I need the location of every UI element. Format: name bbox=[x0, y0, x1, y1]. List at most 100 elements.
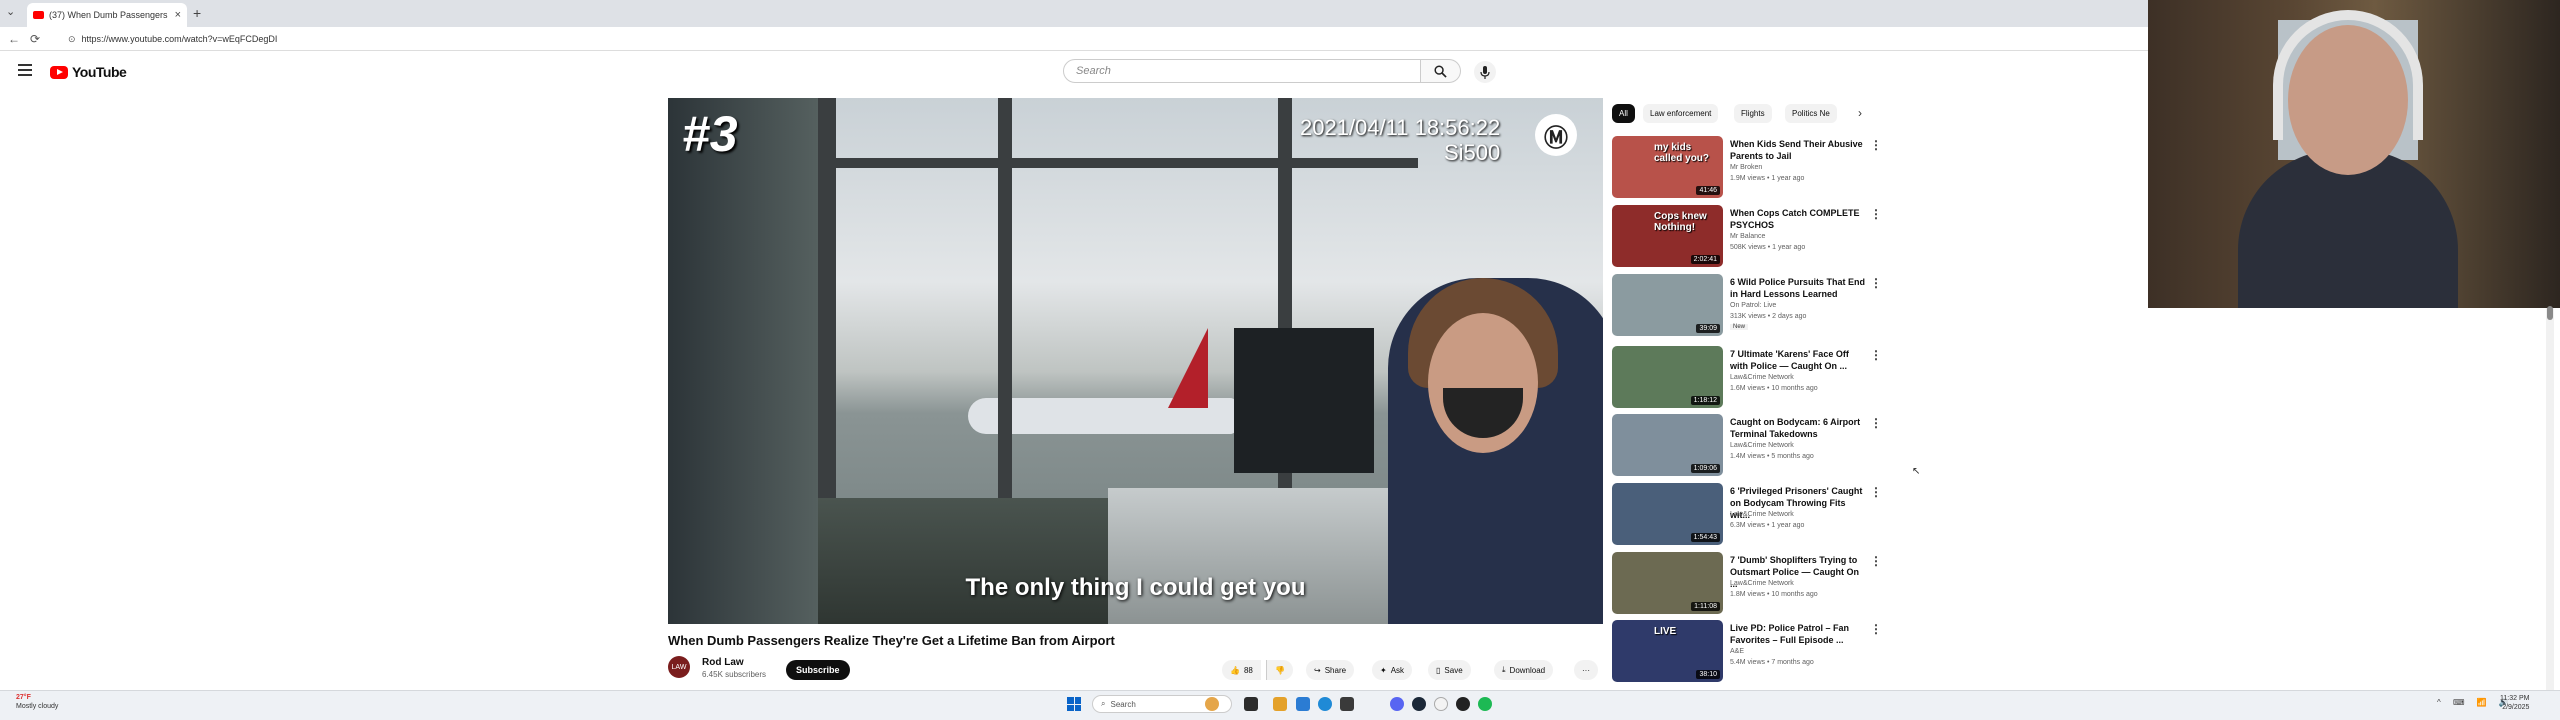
recommendation-item[interactable]: Cops knew Nothing! 2:02:41 When Cops Catch… bbox=[1612, 205, 2192, 273]
thumbs-up-icon: 👍 bbox=[1230, 665, 1240, 675]
file-explorer-icon[interactable] bbox=[1273, 697, 1287, 711]
search-input[interactable]: Search bbox=[1063, 59, 1421, 83]
spotify-icon[interactable] bbox=[1478, 697, 1492, 711]
chip-next-arrow-icon[interactable]: › bbox=[1858, 106, 1862, 120]
terminal-icon[interactable] bbox=[1340, 697, 1354, 711]
discord-icon[interactable] bbox=[1390, 697, 1404, 711]
weather-widget[interactable]: 27°F Mostly cloudy bbox=[16, 693, 58, 711]
recommendation-title[interactable]: Caught on Bodycam: 6 Airport Terminal Ta… bbox=[1730, 416, 1865, 440]
task-view-icon[interactable] bbox=[1244, 697, 1258, 711]
recommendation-item[interactable]: 1:09:06 Caught on Bodycam: 6 Airport Term… bbox=[1612, 414, 2192, 482]
like-button[interactable]: 👍 88 bbox=[1222, 660, 1261, 680]
recommendation-thumbnail[interactable]: Cops knew Nothing! 2:02:41 bbox=[1612, 205, 1723, 267]
more-options-icon[interactable]: ⋮ bbox=[1870, 276, 1882, 290]
recommendation-thumbnail[interactable]: 1:11:08 bbox=[1612, 552, 1723, 614]
scrollbar-thumb[interactable] bbox=[2547, 306, 2553, 320]
recommendation-title[interactable]: When Cops Catch COMPLETE PSYCHOS bbox=[1730, 207, 1865, 231]
share-icon: ↪ bbox=[1314, 665, 1321, 675]
recommendation-title[interactable]: When Kids Send Their Abusive Parents to … bbox=[1730, 138, 1865, 162]
mouse-cursor-icon: ↖ bbox=[1912, 466, 1921, 477]
more-options-icon[interactable]: ⋮ bbox=[1870, 485, 1882, 499]
thumbnail-text: LIVE bbox=[1654, 626, 1677, 637]
reload-button[interactable]: ⟳ bbox=[30, 32, 40, 46]
tab-list-button[interactable]: ⌄ bbox=[6, 5, 15, 18]
more-options-icon[interactable]: ⋮ bbox=[1870, 622, 1882, 636]
recommendation-channel[interactable]: A&E bbox=[1730, 648, 1744, 655]
recommendation-thumbnail[interactable]: my kids called you? 41:46 bbox=[1612, 136, 1723, 198]
new-tab-button[interactable]: + bbox=[193, 5, 201, 21]
url-field[interactable]: ⊙ https://www.youtube.com/watch?v=wEqFCD… bbox=[58, 30, 1538, 48]
recommendation-item[interactable]: 1:54:43 6 'Privileged Prisoners' Caught o… bbox=[1612, 483, 2192, 551]
channel-avatar[interactable]: LAW bbox=[668, 656, 690, 678]
site-info-icon[interactable]: ⊙ bbox=[68, 34, 76, 45]
recommendation-thumbnail[interactable]: 1:54:43 bbox=[1612, 483, 1723, 545]
youtube-logo[interactable]: YouTube bbox=[50, 64, 127, 80]
tab-close-icon[interactable]: × bbox=[175, 9, 181, 21]
download-button[interactable]: ⤓ Download bbox=[1494, 660, 1554, 680]
recommendation-item[interactable]: LIVE 38:10 Live PD: Police Patrol – Fan Fa… bbox=[1612, 620, 2192, 688]
voice-search-button[interactable] bbox=[1474, 61, 1496, 83]
video-duration: 2:02:41 bbox=[1690, 255, 1720, 264]
more-options-icon[interactable]: ⋮ bbox=[1870, 554, 1882, 568]
recommendation-thumbnail[interactable]: 39:09 bbox=[1612, 274, 1723, 336]
recommendation-item[interactable]: 1:18:12 7 Ultimate 'Karens' Face Off with… bbox=[1612, 346, 2192, 414]
recommendation-thumbnail[interactable]: 1:18:12 bbox=[1612, 346, 1723, 408]
recommendation-title[interactable]: 6 Wild Police Pursuits That End in Hard … bbox=[1730, 276, 1865, 300]
share-button[interactable]: ↪ Share bbox=[1306, 660, 1355, 680]
recommendation-meta: 6.3M views • 1 year ago bbox=[1730, 522, 1805, 529]
recommendation-channel[interactable]: Law&Crime Network bbox=[1730, 511, 1794, 518]
search-highlight-icon[interactable] bbox=[1205, 697, 1219, 711]
chip-politics[interactable]: Politics Ne bbox=[1785, 104, 1837, 123]
bodycam-timestamp: 123 2021/04/11 18:56:22 Si500 bbox=[1300, 100, 1500, 166]
microsoft-store-icon[interactable] bbox=[1296, 697, 1310, 711]
chip-law-enforcement[interactable]: Law enforcement bbox=[1643, 104, 1719, 123]
recommendation-thumbnail[interactable]: 1:09:06 bbox=[1612, 414, 1723, 476]
more-actions-button[interactable]: ··· bbox=[1574, 660, 1598, 680]
chrome-browser-icon[interactable] bbox=[1434, 697, 1448, 711]
new-badge: New bbox=[1730, 324, 1749, 330]
obs-icon[interactable] bbox=[1456, 697, 1470, 711]
recommendation-thumbnail[interactable]: LIVE 38:10 bbox=[1612, 620, 1723, 682]
url-text: https://www.youtube.com/watch?v=wEqFCDeg… bbox=[81, 34, 278, 44]
recommendation-channel[interactable]: Law&Crime Network bbox=[1730, 374, 1794, 381]
recommendation-item[interactable]: 39:09 6 Wild Police Pursuits That End in … bbox=[1612, 274, 2192, 342]
recommendation-title[interactable]: 7 Ultimate 'Karens' Face Off with Police… bbox=[1730, 348, 1865, 372]
more-options-icon[interactable]: ⋮ bbox=[1870, 348, 1882, 362]
webcam-overlay bbox=[2148, 0, 2560, 308]
recommendation-channel[interactable]: Mr Balance bbox=[1730, 233, 1765, 240]
video-rank-overlay: #3 bbox=[682, 106, 738, 162]
save-button[interactable]: ▯ Save bbox=[1428, 660, 1471, 680]
back-button[interactable]: ← bbox=[8, 32, 20, 46]
recommendation-channel[interactable]: Mr Broken bbox=[1730, 164, 1762, 171]
recommendation-meta: 1.8M views • 10 months ago bbox=[1730, 591, 1818, 598]
chip-all[interactable]: All bbox=[1612, 104, 1635, 123]
more-options-icon[interactable]: ⋮ bbox=[1870, 138, 1882, 152]
page-scrollbar[interactable] bbox=[2546, 308, 2554, 690]
recommendation-title[interactable]: Live PD: Police Patrol – Fan Favorites –… bbox=[1730, 622, 1865, 646]
recommendation-item[interactable]: my kids called you? 41:46 When Kids Send T… bbox=[1612, 136, 2192, 204]
video-title: When Dumb Passengers Realize They're Get… bbox=[668, 633, 1115, 648]
subscribe-button[interactable]: Subscribe bbox=[786, 660, 850, 680]
recommendation-meta: 5.4M views • 7 months ago bbox=[1730, 659, 1814, 666]
dislike-button[interactable]: 👎 bbox=[1266, 660, 1293, 680]
recommendation-channel[interactable]: On Patrol: Live bbox=[1730, 302, 1776, 309]
more-options-icon[interactable]: ⋮ bbox=[1870, 207, 1882, 221]
taskbar-clock[interactable]: 11:32 PM 2/9/2025 bbox=[2500, 694, 2529, 712]
more-options-icon[interactable]: ⋮ bbox=[1870, 416, 1882, 430]
recommendation-channel[interactable]: Law&Crime Network bbox=[1730, 580, 1794, 587]
search-button[interactable] bbox=[1421, 59, 1461, 83]
sparkle-icon: ✦ bbox=[1380, 665, 1387, 675]
recommendation-channel[interactable]: Law&Crime Network bbox=[1730, 442, 1794, 449]
hamburger-menu-icon[interactable] bbox=[18, 64, 32, 76]
search-icon bbox=[1434, 64, 1447, 78]
browser-tab-active[interactable]: (37) When Dumb Passengers × bbox=[27, 3, 187, 27]
start-button-icon[interactable] bbox=[1067, 697, 1081, 711]
edge-browser-icon[interactable] bbox=[1318, 697, 1332, 711]
ask-button[interactable]: ✦ Ask bbox=[1372, 660, 1413, 680]
like-count: 88 bbox=[1243, 665, 1253, 675]
recommendation-item[interactable]: 1:11:08 7 'Dumb' Shoplifters Trying to Ou… bbox=[1612, 552, 2192, 620]
steam-icon[interactable] bbox=[1412, 697, 1426, 711]
video-player[interactable] bbox=[668, 98, 1603, 624]
chip-flights[interactable]: Flights bbox=[1734, 104, 1772, 123]
channel-name[interactable]: Rod Law bbox=[702, 657, 744, 668]
